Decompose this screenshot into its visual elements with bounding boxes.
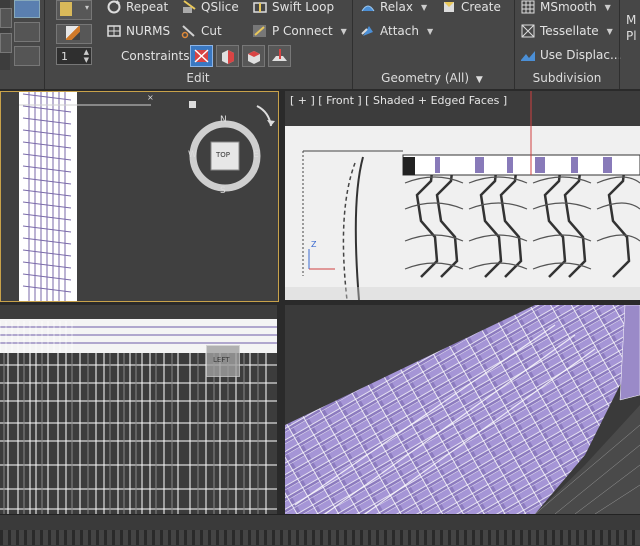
pencil-icon xyxy=(66,26,80,40)
constraint-none-icon xyxy=(194,49,209,63)
viewport-front[interactable]: [ + ] [ Front ] [ Shaded + Edged Faces ] xyxy=(285,91,640,300)
spinner-value: 1 xyxy=(61,49,68,63)
arrow-up-icon[interactable] xyxy=(0,8,12,28)
svg-text:Z: Z xyxy=(311,240,317,249)
chevron-down-icon: ▼ xyxy=(606,26,613,36)
left-viewcube[interactable]: LEFT xyxy=(206,345,240,377)
chevron-down-icon: ▼ xyxy=(604,2,611,12)
viewcube-top-label[interactable]: TOP xyxy=(216,151,230,159)
msmooth-label: MSmooth xyxy=(540,0,597,14)
constraint-edge-button[interactable] xyxy=(216,45,239,67)
constraints-text: Constraints: xyxy=(121,49,194,63)
partial-line-1: M xyxy=(626,13,637,27)
arrow-up-left-icon[interactable] xyxy=(0,33,12,53)
swift-loop-icon xyxy=(252,0,268,15)
geometry-panel-label[interactable]: Geometry (All) ▼ xyxy=(352,71,512,87)
stack-dropdown-button[interactable]: ▾ xyxy=(56,0,92,20)
spinner-arrows-icon[interactable]: ▲ ▼ xyxy=(84,48,89,64)
create-icon xyxy=(441,0,457,15)
qslice-button[interactable]: QSlice xyxy=(181,0,239,17)
displace-icon xyxy=(520,47,536,63)
edit-pencil-button[interactable] xyxy=(56,24,92,44)
p-connect-icon xyxy=(252,23,268,39)
ribbon: ▾ 1 ▲ ▼ Repeat NURMS QSlice Cut Swift Loo… xyxy=(0,0,640,90)
constraint-normal-button[interactable] xyxy=(268,45,291,67)
chevron-down-icon: ▼ xyxy=(420,2,428,12)
edit-panel-label: Edit xyxy=(186,71,210,85)
perspective-viewport-canvas xyxy=(285,305,640,514)
viewcube[interactable]: TOP N S W E xyxy=(187,100,277,196)
spinner-field[interactable]: 1 ▲ ▼ xyxy=(56,47,92,65)
attach-icon xyxy=(360,23,376,39)
move-tool-button[interactable] xyxy=(14,22,40,42)
qslice-label: QSlice xyxy=(201,0,239,14)
viewcube-north: N xyxy=(220,115,227,125)
swift-loop-label: Swift Loop xyxy=(272,0,335,14)
viewport-left[interactable]: LEFT xyxy=(0,305,277,514)
msmooth-button[interactable]: MSmooth ▼ xyxy=(520,0,611,17)
attach-button[interactable]: Attach ▼ xyxy=(360,21,433,41)
cut-button[interactable]: Cut xyxy=(181,21,222,41)
repeat-icon xyxy=(106,0,122,15)
constraint-edge-icon xyxy=(222,50,234,64)
svg-text:×: × xyxy=(147,93,154,102)
front-viewport-canvas: Z xyxy=(285,91,640,300)
left-viewport-canvas xyxy=(0,319,277,514)
subdivision-panel-label: Subdivision xyxy=(532,71,602,85)
tessellate-button[interactable]: Tessellate ▼ xyxy=(520,21,613,41)
select-tool-button[interactable] xyxy=(14,0,40,18)
separator xyxy=(619,0,620,89)
relax-button[interactable]: Relax ▼ xyxy=(360,0,427,17)
constraints-label: Constraints: xyxy=(121,46,194,66)
cut-label: Cut xyxy=(201,24,222,38)
attach-label: Attach xyxy=(380,24,419,38)
viewport-top[interactable]: × TOP N S W E xyxy=(0,91,279,302)
p-connect-button[interactable]: P Connect ▼ xyxy=(252,21,347,41)
tessellate-icon xyxy=(520,23,536,39)
nurms-icon xyxy=(106,23,122,39)
create-label: Create xyxy=(461,0,501,14)
use-displace-button[interactable]: Use Displac... xyxy=(520,45,621,65)
constraint-face-icon xyxy=(248,51,260,64)
use-displace-label: Use Displac... xyxy=(540,48,622,62)
chevron-down-icon: ▾ xyxy=(84,3,89,12)
nurms-button[interactable]: NURMS xyxy=(106,21,170,41)
chevron-down-icon: ▼ xyxy=(426,26,434,36)
constraint-face-button[interactable] xyxy=(242,45,265,67)
constraint-none-button[interactable] xyxy=(190,45,213,67)
repeat-button[interactable]: Repeat xyxy=(106,0,168,17)
align-tool-button[interactable] xyxy=(14,46,40,66)
constraint-normal-icon xyxy=(272,49,287,61)
left-viewcube-label: LEFT xyxy=(213,356,230,364)
p-connect-label: P Connect xyxy=(272,24,333,38)
partial-panel-text: M Pl xyxy=(626,12,637,44)
partial-line-2: Pl xyxy=(626,29,637,43)
tessellate-label: Tessellate xyxy=(540,24,599,38)
chevron-down-icon: ▼ xyxy=(340,26,347,36)
viewcube-south: S xyxy=(220,186,226,196)
viewcube-west: W xyxy=(188,150,197,160)
viewcube-ring-icon xyxy=(189,101,275,192)
swift-loop-button[interactable]: Swift Loop xyxy=(252,0,334,17)
create-button[interactable]: Create xyxy=(441,0,501,17)
repeat-label: Repeat xyxy=(126,0,169,14)
relax-label: Relax xyxy=(380,0,413,14)
qslice-icon xyxy=(181,0,197,15)
cut-icon xyxy=(181,23,197,39)
viewcube-east: E xyxy=(253,150,259,160)
msmooth-icon xyxy=(520,0,536,15)
viewport-perspective[interactable] xyxy=(285,305,640,514)
relax-icon xyxy=(360,0,376,15)
lock-icon xyxy=(60,2,72,16)
timeline-track[interactable] xyxy=(0,530,640,545)
geometry-panel-text: Geometry (All) xyxy=(381,71,470,85)
nurms-label: NURMS xyxy=(126,24,171,38)
chevron-down-icon: ▼ xyxy=(475,75,483,85)
